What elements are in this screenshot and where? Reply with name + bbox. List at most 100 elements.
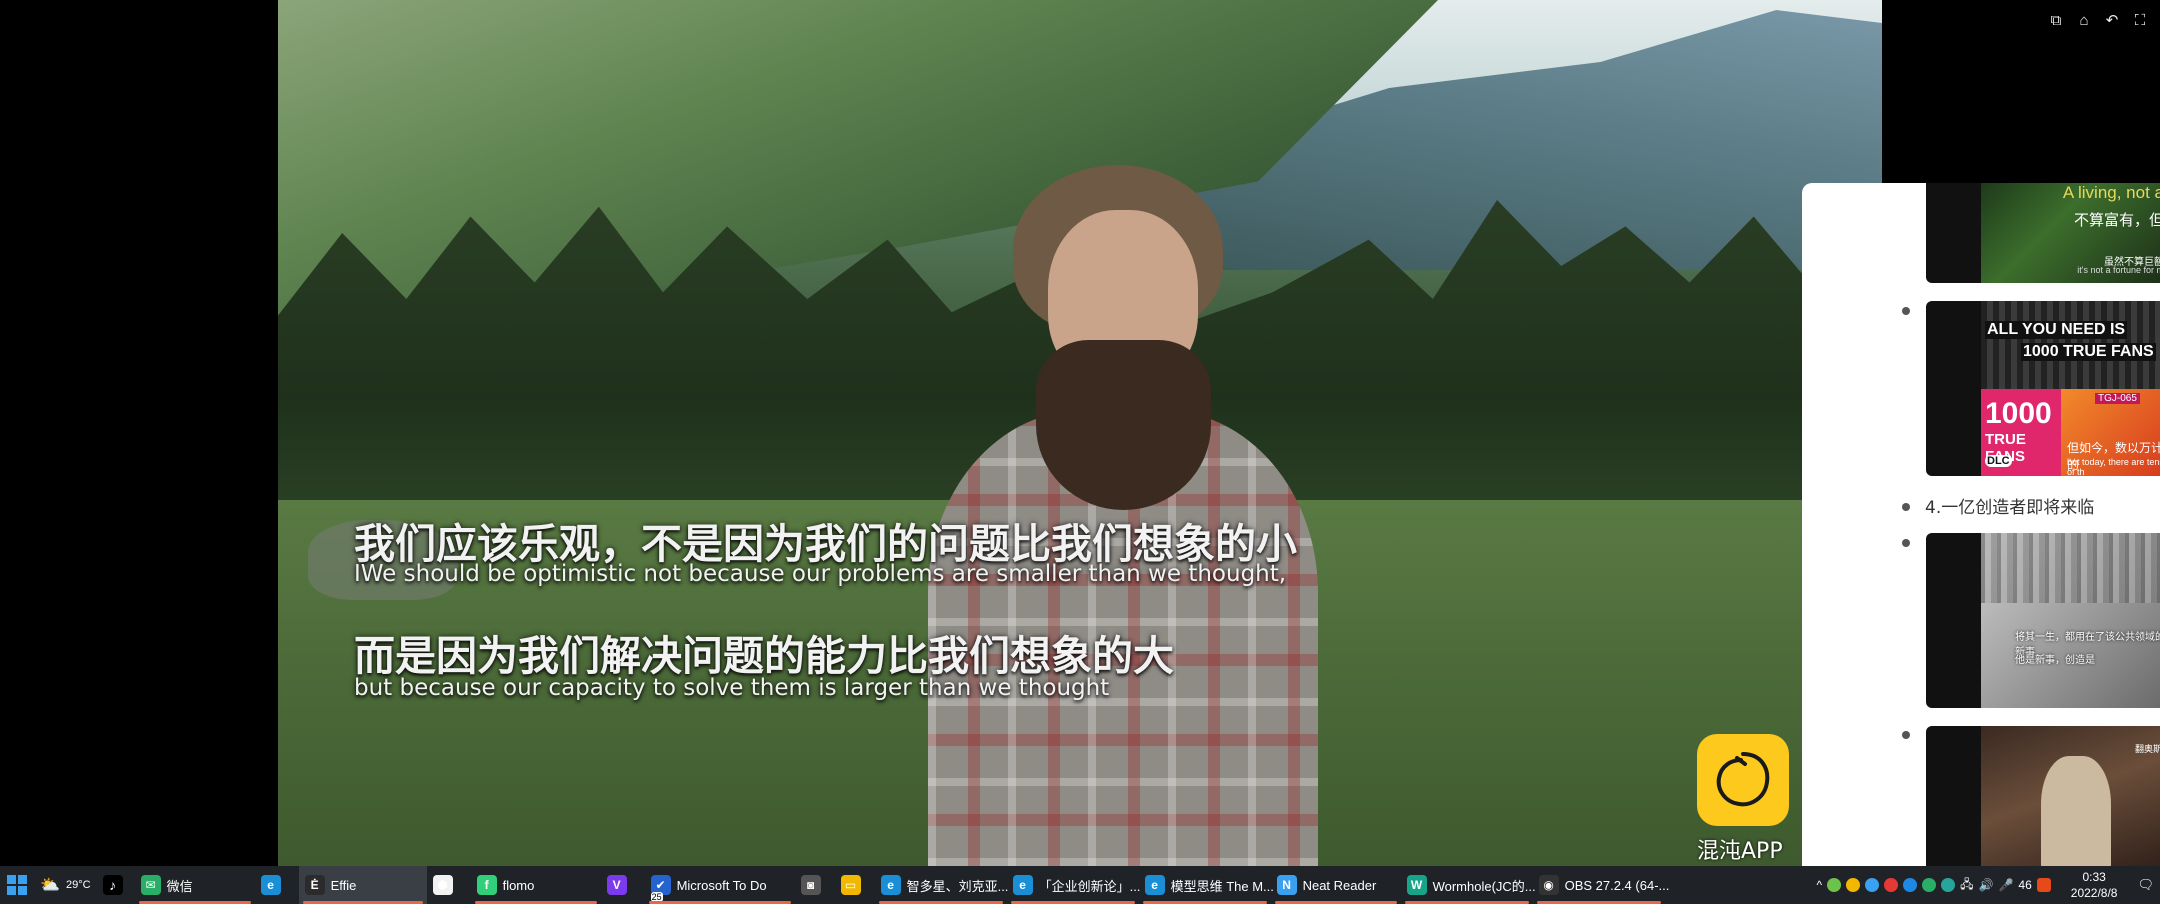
- taskbar-app-label: Neat Reader: [1302, 877, 1377, 893]
- panel-heading[interactable]: 4.一亿创造者即将来临: [1925, 493, 2094, 518]
- thumbnail-caption: 翻奥斯: [2134, 744, 2160, 754]
- v-app-icon: V: [606, 875, 627, 895]
- ime-icon[interactable]: [2036, 878, 2051, 892]
- taskbar: ⛅ 29°C ♪ ✉ 微信 e Ė Effie ⬢ f flomo V ✔ Microsoft To…: [0, 866, 2160, 904]
- tiktok-icon: ♪: [102, 875, 123, 895]
- taskbar-app-label: 智多星、刘克亚...: [906, 878, 1009, 894]
- system-tray: ^ 🖧 🔊 🎤 46: [1810, 866, 2056, 904]
- home-icon[interactable]: ⌂: [2074, 10, 2094, 32]
- network-icon[interactable]: 🖧: [1960, 875, 1973, 896]
- thumbnail-badge: DLC: [1985, 455, 2012, 467]
- screenshot-app-icon: ◙: [800, 875, 821, 895]
- taskbar-app-wormhole[interactable]: W Wormhole(JC的...: [1401, 866, 1536, 904]
- taskbar-app-edge[interactable]: e: [255, 866, 299, 904]
- volume-icon[interactable]: 🔊: [1979, 878, 1994, 892]
- thumbnail-caption: A living, not a: [2062, 183, 2160, 202]
- taskbar-app-file-explorer[interactable]: ▭: [835, 866, 875, 904]
- effie-icon: Ė: [304, 875, 325, 895]
- obs-icon: ◉: [1538, 875, 1559, 895]
- taskbar-app-obs[interactable]: ◉ OBS 27.2.4 (64-...: [1533, 866, 1669, 904]
- taskbar-app-edge-tab[interactable]: e 模型思维 The M...: [1139, 866, 1274, 904]
- thumbnail-caption: 不算富有，但: [2073, 212, 2160, 229]
- thumbnail-caption: 他是新事，创造是: [2015, 655, 2095, 666]
- picture-in-picture-icon[interactable]: ⧉: [2046, 10, 2066, 32]
- notification-button[interactable]: 🗨: [2131, 866, 2160, 904]
- tray-app-icon[interactable]: [1884, 878, 1899, 892]
- thumbnail-pink-box: 1000 TRUE FANS DLC: [1981, 389, 2061, 476]
- tray-app-icon[interactable]: [1865, 878, 1880, 892]
- tiktok-button[interactable]: ♪: [97, 866, 135, 904]
- taskbar-app-v-app[interactable]: V: [601, 866, 645, 904]
- wormhole-icon: W: [1406, 875, 1427, 895]
- note-thumbnail-4[interactable]: 翻奥斯: [1926, 726, 2160, 866]
- thumbnail-image: ALL YOU NEED IS 1000 TRUE FANS 1000 TRUE…: [1981, 301, 2160, 476]
- tray-wechat-icon[interactable]: [1922, 878, 1937, 892]
- taskbar-app-label: Microsoft To Do: [676, 877, 767, 893]
- note-thumbnail-2[interactable]: ALL YOU NEED IS 1000 TRUE FANS 1000 TRUE…: [1926, 301, 2160, 476]
- taskbar-app-wechat[interactable]: ✉ 微信: [135, 866, 255, 904]
- microphone-icon[interactable]: 🎤: [1998, 878, 2013, 892]
- weather-widget[interactable]: ⛅ 29°C: [34, 866, 97, 904]
- list-bullet: [1902, 503, 1910, 511]
- notes-panel[interactable]: A living, not a 不算富有，但 虽然不算巨额 it's not a…: [1802, 183, 2160, 866]
- thumbnail-caption: 1000 TRUE FANS: [2021, 343, 2156, 361]
- clock-date: 2022/8/8: [2070, 886, 2118, 900]
- back-icon[interactable]: ↶: [2102, 10, 2122, 32]
- list-bullet: [1902, 539, 1910, 547]
- clock[interactable]: 0:33 2022/8/8: [2057, 869, 2132, 901]
- person-beard: [1036, 340, 1211, 510]
- tray-number[interactable]: 46: [2018, 878, 2031, 892]
- edge-icon: e: [260, 875, 281, 895]
- thumbnail-shelf: [1981, 533, 2160, 603]
- taskbar-app-label: 「企业创新论」...: [1038, 878, 1141, 894]
- taskbar-app-todo[interactable]: ✔ Microsoft To Do 25: [645, 866, 795, 904]
- thumbnail-caption: but today, there are tens of th: [2067, 457, 2160, 476]
- taskbar-app-screenshot-app[interactable]: ◙: [795, 866, 835, 904]
- clock-time: 0:33: [2082, 870, 2106, 884]
- thumbnail-caption: 1000: [1985, 397, 2052, 430]
- note-thumbnail-1[interactable]: A living, not a 不算富有，但 虽然不算巨额 it's not a…: [1926, 183, 2160, 283]
- fullscreen-icon[interactable]: ⛶: [2130, 10, 2150, 32]
- wechat-icon: ✉: [140, 875, 161, 895]
- subtitle-line2-cn: 而是因为我们解决问题的能力比我们想象的大: [354, 632, 1174, 680]
- taskbar-app-edge-tab[interactable]: e 「企业创新论」...: [1007, 866, 1141, 904]
- notification-icon: 🗨: [2137, 877, 2154, 892]
- taskbar-app-hexagon-app[interactable]: ⬢: [427, 866, 471, 904]
- thumbnail-image: 翻奥斯: [1981, 726, 2160, 866]
- screen: 我们应该乐观，不是因为我们的问题比我们想象的小 IWe should be op…: [0, 0, 2160, 904]
- list-bullet: [1902, 731, 1910, 739]
- tray-app-icon[interactable]: [1903, 878, 1918, 892]
- windows-start-icon: [7, 875, 27, 895]
- edge-tab-icon: e: [1144, 875, 1165, 895]
- taskbar-app-label: 模型思维 The M...: [1170, 878, 1274, 894]
- start-button[interactable]: [0, 866, 34, 904]
- thumbnail-caption: TGJ-065: [2095, 393, 2140, 404]
- edge-tab-icon: e: [880, 875, 901, 895]
- video-player[interactable]: [278, 0, 1882, 866]
- subtitle-line1-en: IWe should be optimistic not because our…: [354, 561, 1287, 587]
- weather-sun-cloud-icon: ⛅: [40, 877, 60, 894]
- watermark-text: 混沌APP: [1697, 839, 1783, 864]
- tray-overflow-icon[interactable]: ^: [1816, 878, 1822, 892]
- taskbar-app-label: 微信: [166, 878, 193, 894]
- taskbar-app-neat-reader[interactable]: N Neat Reader: [1271, 866, 1401, 904]
- subtitle-line2-en: but because our capacity to solve them i…: [354, 675, 1110, 701]
- taskbar-app-flomo[interactable]: f flomo: [471, 866, 601, 904]
- thumbnail-caption: ALL YOU NEED IS: [1985, 321, 2128, 339]
- taskbar-app-label: Wormhole(JC的...: [1432, 878, 1536, 894]
- hexagon-app-icon: ⬢: [432, 875, 453, 895]
- note-thumbnail-3[interactable]: 将其一生，都用在了该公共领域的新事 他是新事，创造是: [1926, 533, 2160, 708]
- edge-tab-icon: e: [1012, 875, 1033, 895]
- thumbnail-banner: ALL YOU NEED IS 1000 TRUE FANS: [1981, 301, 2160, 389]
- tray-app-icon[interactable]: [1827, 878, 1842, 892]
- hundun-app-logo: [1697, 734, 1789, 826]
- taskbar-app-edge-tab[interactable]: e 智多星、刘克亚...: [875, 866, 1009, 904]
- tray-app-icon[interactable]: [1846, 878, 1861, 892]
- thumbnail-orange-box: TGJ-065 但如今，数以万计的 but today, there are t…: [2061, 389, 2160, 476]
- top-right-toolbar: ⧉ ⌂ ↶ ⛶: [2046, 10, 2150, 32]
- neat-reader-icon: N: [1276, 875, 1297, 895]
- taskbar-app-effie[interactable]: Ė Effie: [298, 866, 427, 904]
- weather-temp: 29°C: [66, 879, 91, 891]
- tray-app-icon[interactable]: [1941, 878, 1956, 892]
- thumbnail-image: 将其一生，都用在了该公共领域的新事 他是新事，创造是: [1981, 533, 2160, 708]
